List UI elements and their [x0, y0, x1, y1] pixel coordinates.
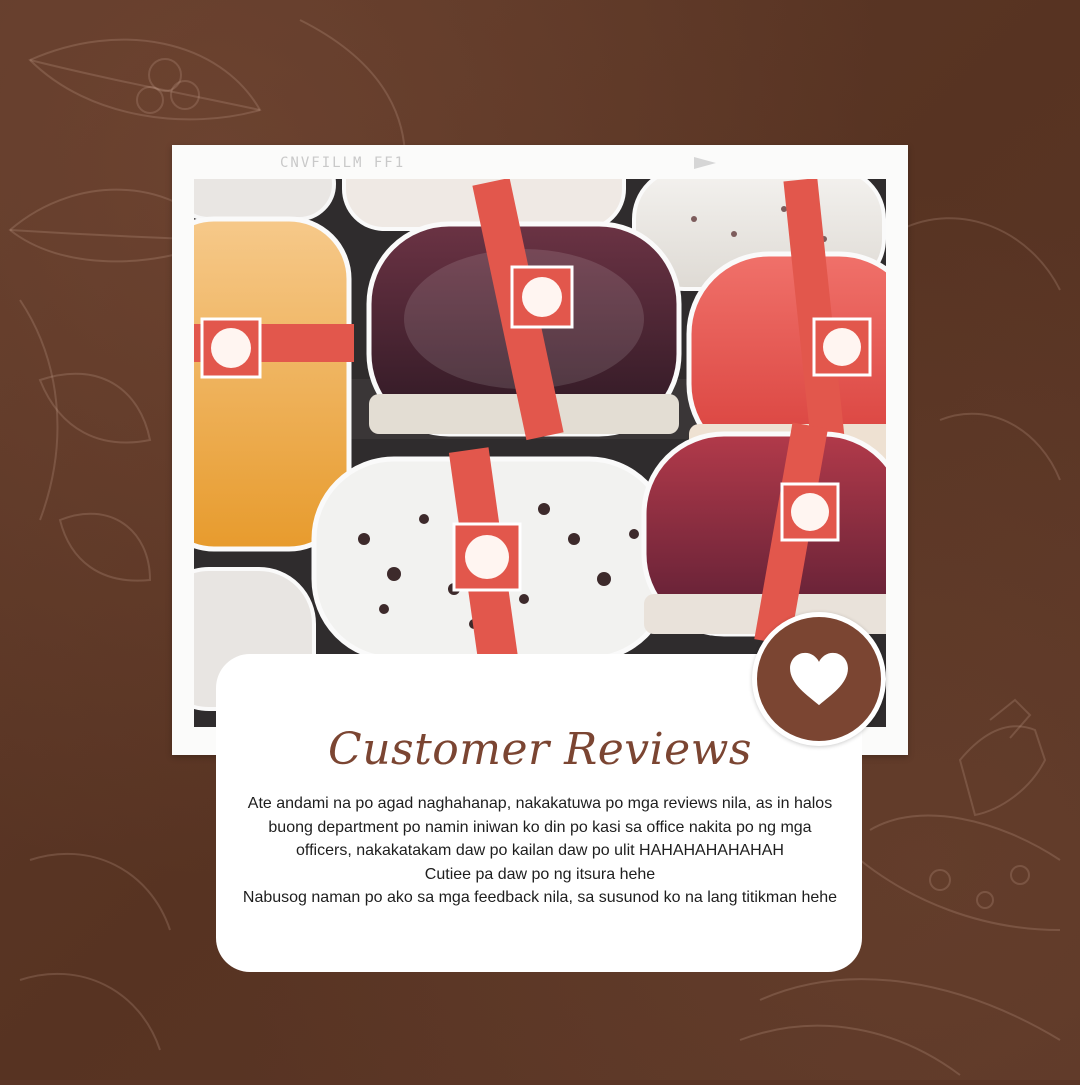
review-line: Cutiee pa daw po ng itsura hehe — [424, 865, 656, 883]
review-line: Ate andami na po agad naghahanap, nakaka… — [247, 795, 833, 859]
film-arrow-icon — [694, 157, 716, 169]
review-title: Customer Reviews — [328, 724, 752, 775]
review-line: Nabusog naman po ako sa mga feedback nil… — [242, 889, 838, 906]
review-text: Ate andami na po agad naghahanap, nakaka… — [240, 792, 840, 910]
heart-icon — [790, 652, 848, 706]
film-label: CNVFILLM FF1 — [280, 155, 406, 171]
